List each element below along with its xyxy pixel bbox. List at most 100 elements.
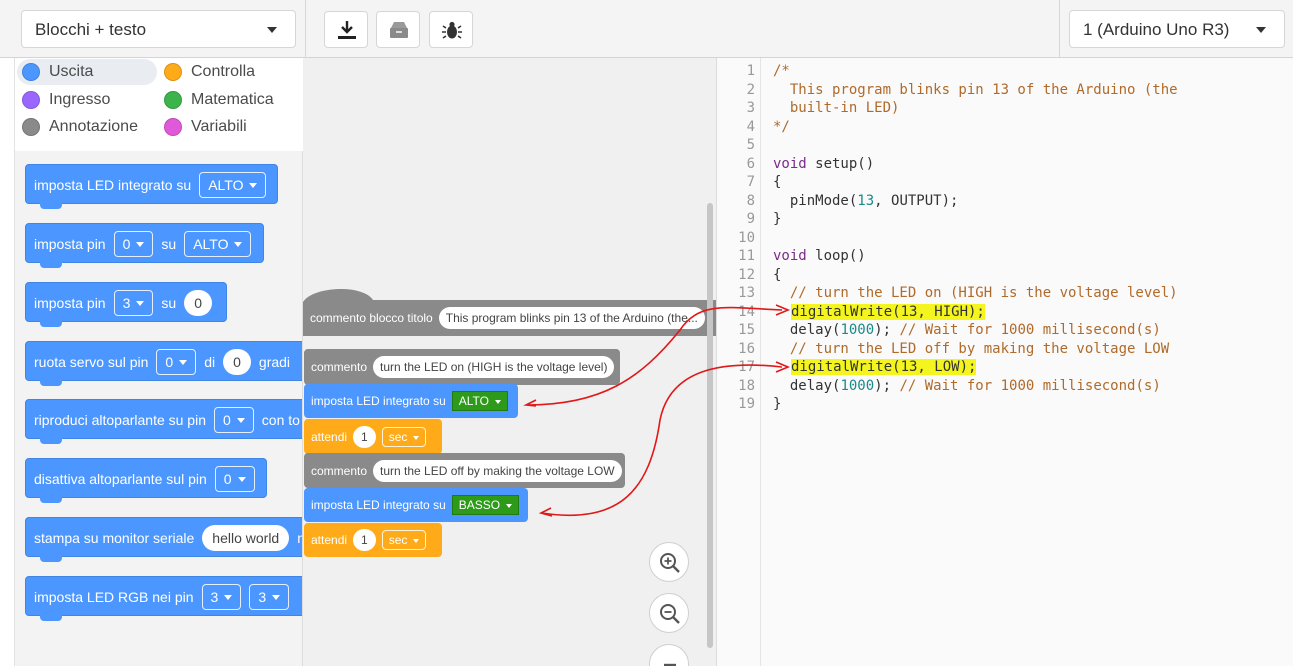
line-number: 14 xyxy=(738,303,755,320)
zoom-reset-button[interactable] xyxy=(649,644,689,666)
block-text-input[interactable]: hello world xyxy=(202,525,290,551)
block-set-rgb-led[interactable]: imposta LED RGB nei pin 3 3 xyxy=(25,576,302,621)
block-play-speaker[interactable]: riproduci altoparlante su pin 0 con to xyxy=(25,399,302,444)
line-number: 3 xyxy=(746,100,755,116)
block-dropdown[interactable]: BASSO xyxy=(451,495,520,515)
block-serial-print[interactable]: stampa su monitor seriale hello world n xyxy=(25,517,302,562)
board-dropdown-label: 1 (Arduino Uno R3) xyxy=(1083,20,1230,39)
block-label: stampa su monitor seriale xyxy=(34,530,195,546)
line-number: 18 xyxy=(738,377,755,394)
block-text-input[interactable]: turn the LED off by making the voltage L… xyxy=(373,459,622,482)
line-number: 8 xyxy=(746,192,755,209)
block-number-input[interactable]: 0 xyxy=(184,290,212,316)
line-number: 15 xyxy=(738,322,755,338)
block-stop-speaker[interactable]: disattiva altoparlante sul pin 0 xyxy=(25,458,267,503)
block-dropdown[interactable]: ALTO xyxy=(184,231,252,257)
category-color-dot xyxy=(164,63,182,81)
category-label: Ingresso xyxy=(49,91,111,108)
line-number: 17 xyxy=(738,359,755,375)
block-text-input[interactable]: This program blinks pin 13 of the Arduin… xyxy=(438,307,705,329)
line-number: 7 xyxy=(746,174,755,190)
line-number: 11 xyxy=(738,248,755,264)
code-highlight: digitalWrite(13, LOW); xyxy=(791,359,977,375)
top-toolbar: Blocchi + testo 1 (Arduino Uno R3) xyxy=(0,0,1293,58)
block-wait-2[interactable]: attendi 1 sec xyxy=(304,523,442,557)
line-number-gutter: 1 2 3 4 5 6 7 8 9 10 11 12 13 14 15 16 17 18 19 xyxy=(717,58,761,666)
block-set-pin-value[interactable]: imposta pin 3 su 0 xyxy=(25,282,227,327)
code-text: setup() xyxy=(806,155,875,172)
code-line: delay(1000); // Wait for 1000 millisecon… xyxy=(773,321,1161,340)
code-line: /* xyxy=(773,63,790,79)
block-comment-2[interactable]: commento turn the LED off by making the … xyxy=(304,453,625,488)
block-label: su xyxy=(161,295,177,311)
block-label: imposta LED integrato su xyxy=(34,177,192,193)
block-comment-1[interactable]: commento turn the LED on (HIGH is the vo… xyxy=(304,349,620,385)
block-dropdown[interactable]: 0 xyxy=(113,231,154,257)
block-dropdown[interactable]: sec xyxy=(381,426,427,447)
category-matematica[interactable]: Matematica xyxy=(159,87,299,113)
block-label: imposta pin xyxy=(34,236,106,252)
category-ingresso[interactable]: Ingresso xyxy=(17,87,157,113)
code-text: , OUTPUT); xyxy=(874,192,959,209)
block-text-input[interactable]: turn the LED on (HIGH is the voltage lev… xyxy=(373,356,615,378)
block-dropdown[interactable]: ALTO xyxy=(199,172,267,198)
category-label: Matematica xyxy=(191,91,274,108)
code-number: 1000 xyxy=(840,322,875,338)
category-controlla[interactable]: Controlla xyxy=(159,59,299,85)
block-set-builtin-led-2[interactable]: imposta LED integrato su BASSO xyxy=(304,488,528,522)
debug-button[interactable] xyxy=(429,11,473,48)
block-wait-1[interactable]: attendi 1 sec xyxy=(304,419,442,454)
code-line: void setup() xyxy=(773,155,874,174)
mode-dropdown[interactable]: Blocchi + testo xyxy=(21,10,296,48)
category-color-dot xyxy=(22,63,40,81)
workspace-scrollbar[interactable] xyxy=(707,203,713,648)
code-text: pinMode( xyxy=(773,192,858,209)
block-label: attendi xyxy=(311,533,348,547)
toolbar-divider xyxy=(305,0,306,58)
block-label: ruota servo sul pin xyxy=(34,354,149,370)
category-color-dot xyxy=(22,91,40,109)
code-line: } xyxy=(773,211,782,227)
block-dropdown[interactable]: 3 xyxy=(201,584,242,610)
category-label: Controlla xyxy=(191,63,256,80)
code-line: delay(1000); // Wait for 1000 millisecon… xyxy=(773,377,1161,396)
block-set-builtin-led-1[interactable]: imposta LED integrato su ALTO xyxy=(304,384,518,418)
block-number-input[interactable]: 1 xyxy=(353,529,376,551)
code-editor[interactable]: 1 2 3 4 5 6 7 8 9 10 11 12 13 14 15 16 17 18 19 /* This pr… xyxy=(716,58,1293,666)
block-flyout: imposta LED integrato su ALTO imposta pi… xyxy=(15,151,303,666)
block-dropdown[interactable]: 3 xyxy=(249,584,290,610)
block-dropdown[interactable]: 3 xyxy=(113,290,154,316)
block-dropdown[interactable]: ALTO xyxy=(451,391,508,411)
code-line-highlighted: digitalWrite(13, HIGH); xyxy=(791,303,985,322)
block-dropdown[interactable]: 0 xyxy=(214,407,254,433)
block-label: riproduci altoparlante su pin xyxy=(34,412,206,428)
block-rotate-servo[interactable]: ruota servo sul pin 0 di 0 gradi xyxy=(25,341,302,386)
zoom-out-button[interactable] xyxy=(649,593,689,633)
block-dropdown[interactable]: 0 xyxy=(214,466,255,492)
block-workspace[interactable]: commento blocco titolo This program blin… xyxy=(303,58,716,666)
serial-monitor-button[interactable] xyxy=(376,11,420,48)
chevron-down-icon xyxy=(267,27,277,33)
download-button[interactable] xyxy=(324,11,368,48)
left-edge xyxy=(0,58,15,666)
block-label: con to xyxy=(261,412,300,428)
serial-monitor-icon xyxy=(390,22,408,38)
block-label: imposta LED integrato su xyxy=(311,498,446,512)
category-annotazione[interactable]: Annotazione xyxy=(17,114,157,140)
block-title-comment[interactable]: commento blocco titolo This program blin… xyxy=(303,300,716,336)
block-dropdown[interactable]: sec xyxy=(381,530,427,550)
code-highlight: digitalWrite(13, HIGH); xyxy=(791,303,985,320)
block-set-builtin-led[interactable]: imposta LED integrato su ALTO xyxy=(25,164,278,209)
block-set-pin[interactable]: imposta pin 0 su ALTO xyxy=(25,223,264,268)
board-dropdown[interactable]: 1 (Arduino Uno R3) xyxy=(1069,10,1285,48)
category-uscita[interactable]: Uscita xyxy=(17,59,157,85)
block-number-input[interactable]: 0 xyxy=(223,349,251,375)
code-keyword: void xyxy=(773,155,807,172)
block-dropdown[interactable]: 0 xyxy=(156,349,197,375)
block-number-input[interactable]: 1 xyxy=(353,425,376,448)
zoom-in-button[interactable] xyxy=(649,542,689,582)
code-line: */ xyxy=(773,118,790,135)
code-line: { xyxy=(773,174,782,190)
category-variabili[interactable]: Variabili xyxy=(159,114,299,140)
mode-dropdown-label: Blocchi + testo xyxy=(35,20,147,39)
